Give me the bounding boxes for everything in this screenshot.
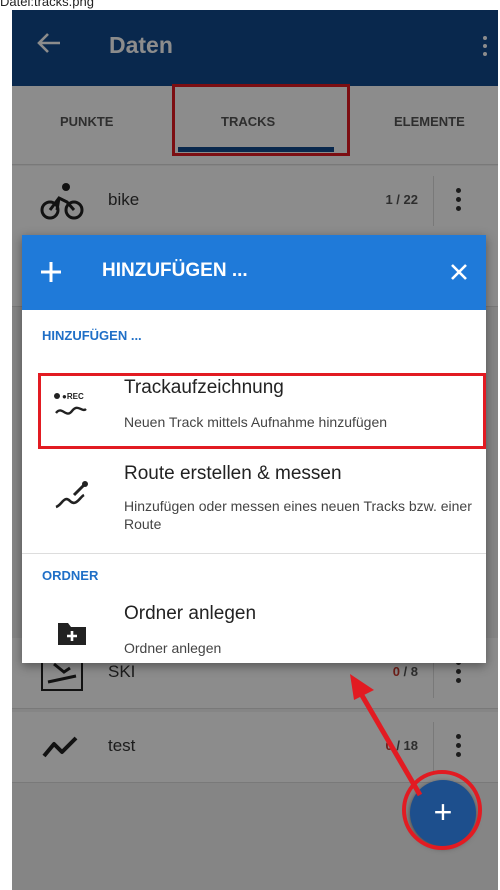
annotation-arrow bbox=[350, 674, 423, 797]
phone-screen: Daten PUNKTE TRACKS ELEMENTE bike 1 / 22… bbox=[12, 10, 498, 890]
document-title-fragment: Datei:tracks.png bbox=[0, 0, 94, 9]
